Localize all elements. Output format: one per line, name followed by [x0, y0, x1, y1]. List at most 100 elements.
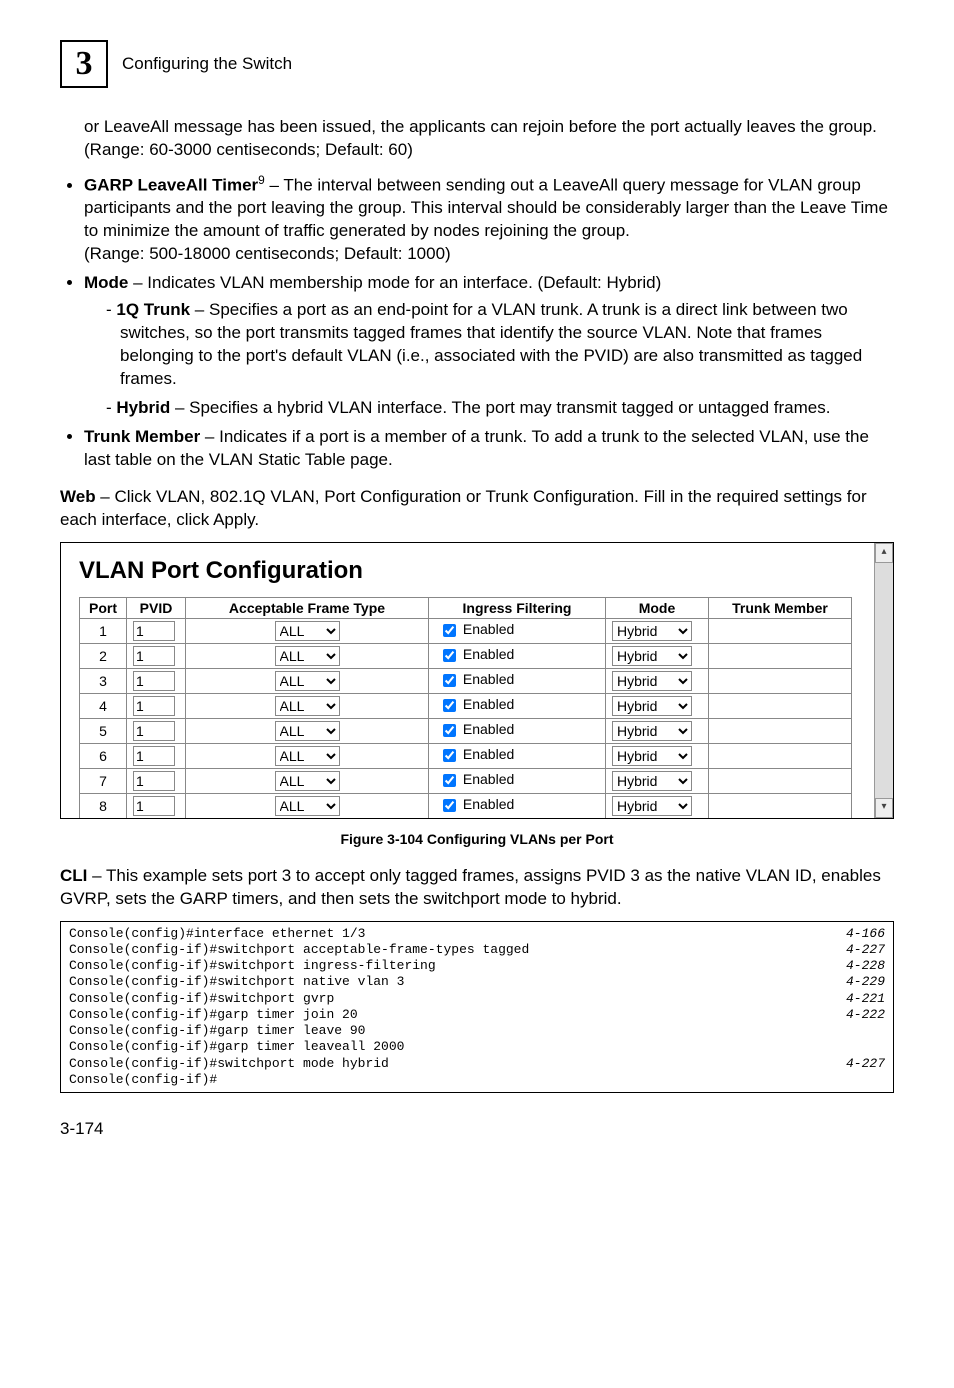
panel-title: VLAN Port Configuration [79, 557, 883, 585]
aft-select[interactable]: ALL [275, 771, 340, 791]
cli-command: Console(config-if)#switchport acceptable… [69, 942, 529, 958]
cell-aft: ALL [186, 768, 429, 793]
mode-term: Mode [84, 273, 128, 292]
ingress-checkbox[interactable] [443, 649, 456, 662]
pvid-input[interactable] [133, 796, 175, 816]
cell-ingress: Enabled [429, 718, 606, 743]
ingress-label: Enabled [459, 671, 514, 687]
ingress-checkbox[interactable] [443, 674, 456, 687]
col-trunk: Trunk Member [709, 597, 852, 618]
oneq-term: 1Q Trunk [116, 300, 190, 319]
table-row: 8ALL EnabledHybrid [80, 793, 852, 818]
cell-aft: ALL [186, 718, 429, 743]
aft-select[interactable]: ALL [275, 796, 340, 816]
aft-select[interactable]: ALL [275, 621, 340, 641]
mode-select[interactable]: Hybrid [612, 796, 692, 816]
oneq-text: – Specifies a port as an end-point for a… [120, 300, 862, 388]
cli-line: Console(config-if)#switchport acceptable… [69, 942, 885, 958]
pvid-input[interactable] [133, 696, 175, 716]
aft-select[interactable]: ALL [275, 696, 340, 716]
cli-ref: 4-227 [826, 1056, 885, 1072]
cell-ingress: Enabled [429, 643, 606, 668]
pvid-input[interactable] [133, 646, 175, 666]
mode-select[interactable]: Hybrid [612, 696, 692, 716]
cell-mode: Hybrid [606, 618, 709, 643]
table-row: 1ALL EnabledHybrid [80, 618, 852, 643]
aft-select[interactable]: ALL [275, 721, 340, 741]
bullet-mode: Mode – Indicates VLAN membership mode fo… [84, 272, 894, 420]
cell-trunk [709, 618, 852, 643]
ingress-checkbox[interactable] [443, 699, 456, 712]
col-ing: Ingress Filtering [429, 597, 606, 618]
table-row: 5ALL EnabledHybrid [80, 718, 852, 743]
cell-pvid [127, 718, 186, 743]
garp-sup: 9 [258, 173, 265, 187]
mode-select[interactable]: Hybrid [612, 621, 692, 641]
aft-select[interactable]: ALL [275, 746, 340, 766]
ingress-checkbox[interactable] [443, 799, 456, 812]
cli-line: Console(config-if)#switchport mode hybri… [69, 1056, 885, 1072]
intro-paragraph: or LeaveAll message has been issued, the… [84, 116, 894, 162]
scroll-up-icon[interactable]: ▴ [875, 543, 893, 563]
mode-select[interactable]: Hybrid [612, 671, 692, 691]
ingress-checkbox[interactable] [443, 724, 456, 737]
aft-select[interactable]: ALL [275, 671, 340, 691]
pvid-input[interactable] [133, 721, 175, 741]
cli-paragraph: CLI – This example sets port 3 to accept… [60, 865, 894, 911]
cli-command: Console(config-if)#garp timer leaveall 2… [69, 1039, 404, 1055]
cell-trunk [709, 768, 852, 793]
cell-port: 6 [80, 743, 127, 768]
cell-ingress: Enabled [429, 668, 606, 693]
cli-rest: – This example sets port 3 to accept onl… [60, 866, 881, 908]
cli-command: Console(config-if)#switchport gvrp [69, 991, 334, 1007]
ingress-checkbox[interactable] [443, 749, 456, 762]
mode-select[interactable]: Hybrid [612, 721, 692, 741]
scroll-down-icon[interactable]: ▾ [875, 798, 893, 818]
cli-ref: 4-221 [826, 991, 885, 1007]
web-paragraph: Web – Click VLAN, 802.1Q VLAN, Port Conf… [60, 486, 894, 532]
ingress-label: Enabled [459, 621, 514, 637]
cli-line: Console(config-if)#switchport native vla… [69, 974, 885, 990]
chapter-number: 3 [76, 45, 93, 83]
pvid-input[interactable] [133, 671, 175, 691]
cli-ref: 4-228 [826, 958, 885, 974]
bullet-hybrid: Hybrid – Specifies a hybrid VLAN interfa… [106, 397, 894, 420]
bullet-trunk-member: Trunk Member – Indicates if a port is a … [84, 426, 894, 472]
ingress-checkbox[interactable] [443, 774, 456, 787]
cell-aft: ALL [186, 793, 429, 818]
trunk-member-term: Trunk Member [84, 427, 200, 446]
mode-select[interactable]: Hybrid [612, 746, 692, 766]
garp-range: (Range: 500-18000 centiseconds; Default:… [84, 244, 451, 263]
web-rest: – Click VLAN, 802.1Q VLAN, Port Configur… [60, 487, 867, 529]
pvid-input[interactable] [133, 621, 175, 641]
panel-scrollbar[interactable]: ▴ ▾ [874, 543, 893, 818]
cell-pvid [127, 743, 186, 768]
cell-mode: Hybrid [606, 793, 709, 818]
cell-aft: ALL [186, 618, 429, 643]
cli-line: Console(config-if)#switchport ingress-fi… [69, 958, 885, 974]
ingress-checkbox[interactable] [443, 624, 456, 637]
cell-pvid [127, 643, 186, 668]
cell-trunk [709, 743, 852, 768]
ingress-label: Enabled [459, 746, 514, 762]
mode-select[interactable]: Hybrid [612, 646, 692, 666]
cli-line: Console(config-if)#switchport gvrp 4-221 [69, 991, 885, 1007]
cell-pvid [127, 693, 186, 718]
mode-select[interactable]: Hybrid [612, 771, 692, 791]
cli-block: Console(config)#interface ethernet 1/34-… [60, 921, 894, 1094]
cell-aft: ALL [186, 643, 429, 668]
cli-command: Console(config-if)# [69, 1072, 217, 1088]
cell-pvid [127, 668, 186, 693]
pvid-input[interactable] [133, 771, 175, 791]
cell-trunk [709, 668, 852, 693]
mode-text: – Indicates VLAN membership mode for an … [128, 273, 661, 292]
pvid-input[interactable] [133, 746, 175, 766]
cell-pvid [127, 793, 186, 818]
cli-ref: 4-227 [826, 942, 885, 958]
aft-select[interactable]: ALL [275, 646, 340, 666]
col-aft: Acceptable Frame Type [186, 597, 429, 618]
ingress-label: Enabled [459, 796, 514, 812]
cell-mode: Hybrid [606, 718, 709, 743]
cell-ingress: Enabled [429, 618, 606, 643]
chapter-header: 3 Configuring the Switch [60, 40, 894, 88]
